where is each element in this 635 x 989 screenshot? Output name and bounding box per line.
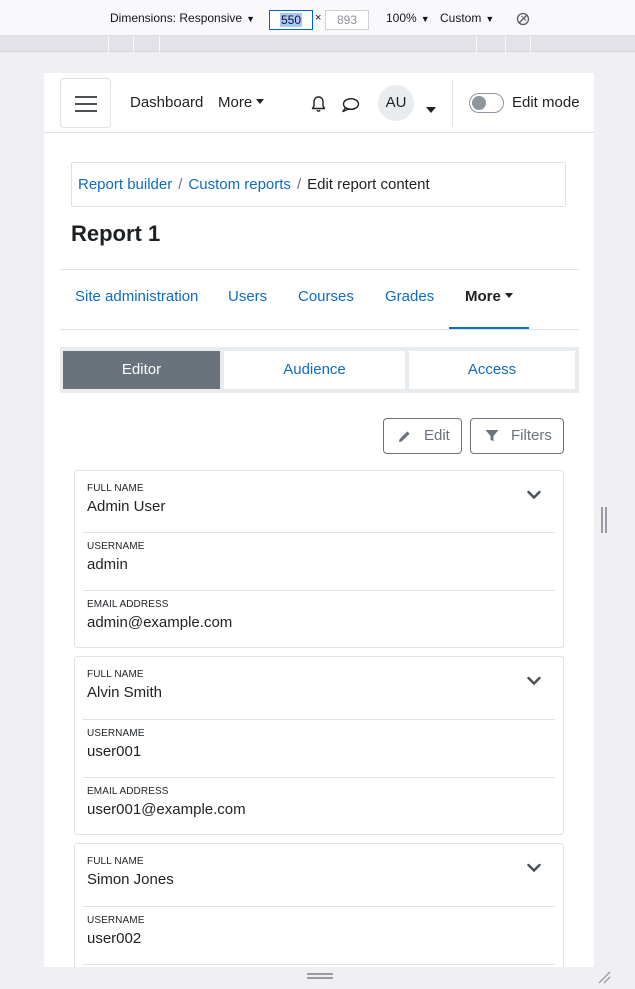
filters-button-label: Filters (511, 427, 552, 444)
report-row-card: FULL NAME Alvin Smith USERNAME user001 E… (74, 656, 564, 835)
chevron-down-icon[interactable] (527, 487, 541, 505)
throttle-value: Custom (440, 11, 482, 25)
top-navbar: Dashboard More AU Edit mode (44, 73, 594, 133)
dimensions-label: Dimensions: Responsive (110, 11, 243, 25)
email-value: admin@example.com (87, 614, 233, 631)
resize-handle-corner[interactable] (597, 970, 611, 984)
field-divider (83, 906, 555, 907)
resize-handle-right[interactable] (601, 507, 607, 533)
tab-editor[interactable]: Editor (63, 351, 220, 389)
tab-users[interactable]: Users (228, 288, 267, 305)
secondary-nav-bottom-divider (60, 329, 579, 330)
tab-more[interactable]: More (465, 288, 513, 305)
breadcrumb-separator: / (296, 176, 302, 193)
secondary-nav-top-divider (60, 269, 579, 270)
tab-courses[interactable]: Courses (298, 288, 354, 305)
throttle-dropdown[interactable]: Custom ▼ (440, 11, 494, 25)
tab-access[interactable]: Access (409, 351, 575, 389)
caret-down-icon: ▼ (420, 14, 430, 24)
page-title: Report 1 (71, 221, 161, 246)
edit-button-label: Edit (424, 427, 450, 444)
filter-icon (485, 430, 499, 442)
message-drawer-icon[interactable] (341, 97, 360, 118)
chevron-down-icon[interactable] (527, 673, 541, 691)
breadcrumb-separator: / (178, 176, 183, 193)
caret-down-icon (504, 293, 513, 298)
nav-more-dropdown[interactable]: More (218, 94, 265, 111)
fullname-value: Simon Jones (87, 871, 174, 888)
field-divider (83, 777, 555, 778)
fullname-value: Admin User (87, 498, 166, 515)
username-field: USERNAME user002 (87, 915, 555, 947)
dimensions-dropdown[interactable]: Dimensions: Responsive ▼ (110, 11, 255, 25)
field-divider (83, 590, 555, 591)
nav-more-label: More (218, 94, 253, 111)
fullname-label: FULL NAME (87, 669, 144, 680)
fullname-field: FULL NAME Simon Jones (87, 856, 555, 888)
nav-dashboard-link[interactable]: Dashboard (130, 94, 203, 111)
tab-audience[interactable]: Audience (224, 351, 405, 389)
report-row-card: FULL NAME Admin User USERNAME admin EMAI… (74, 470, 564, 648)
hamburger-icon (75, 96, 97, 98)
fullname-label: FULL NAME (87, 483, 144, 494)
toggle-knob (472, 96, 486, 110)
fullname-field: FULL NAME Admin User (87, 483, 555, 515)
field-divider (83, 532, 555, 533)
edit-mode-toggle[interactable] (469, 93, 504, 113)
zoom-dropdown[interactable]: 100% ▼ (386, 11, 430, 25)
filters-button[interactable]: Filters (470, 418, 564, 454)
breadcrumb-custom-reports[interactable]: Custom reports (188, 176, 291, 193)
chevron-down-icon[interactable] (527, 860, 541, 878)
edit-mode-label: Edit mode (512, 94, 580, 111)
username-value: user002 (87, 930, 142, 947)
tab-grades[interactable]: Grades (385, 288, 434, 305)
username-field: USERNAME admin (87, 541, 555, 573)
disable-touch-icon[interactable] (516, 12, 530, 29)
email-field: EMAIL ADDRESS admin@example.com (87, 599, 555, 631)
breadcrumb: Report builder / Custom reports / Edit repor… (71, 162, 566, 207)
edit-button[interactable]: Edit (383, 418, 462, 454)
resize-handle-bottom[interactable] (307, 973, 333, 979)
fullname-field: FULL NAME Alvin Smith (87, 669, 555, 701)
hamburger-menu-button[interactable] (60, 78, 111, 128)
caret-down-icon: ▼ (246, 14, 255, 24)
viewport-width-value: 550 (279, 13, 303, 27)
username-value: user001 (87, 743, 142, 760)
breadcrumb-report-builder[interactable]: Report builder (78, 176, 172, 193)
viewport-ruler (0, 36, 635, 52)
email-field: EMAIL ADDRESS user001@example.com (87, 786, 555, 818)
report-tabs: Editor Audience Access (60, 347, 579, 393)
field-divider (83, 964, 555, 965)
fullname-value: Alvin Smith (87, 684, 163, 701)
username-label: USERNAME (87, 541, 145, 552)
email-label: EMAIL ADDRESS (87, 599, 169, 610)
tab-more-label: More (465, 288, 501, 305)
username-value: admin (87, 556, 128, 573)
user-menu-caret-icon[interactable] (426, 100, 436, 118)
caret-down-icon: ▼ (485, 14, 495, 24)
username-label: USERNAME (87, 728, 145, 739)
field-divider (83, 719, 555, 720)
notification-bell-icon[interactable] (310, 95, 327, 118)
email-label: EMAIL ADDRESS (87, 786, 169, 797)
caret-down-icon (256, 99, 265, 104)
devtools-toolbar: Dimensions: Responsive ▼ 550 × 893 100% ▼ … (0, 0, 635, 36)
tab-site-administration[interactable]: Site administration (75, 288, 198, 305)
times-sign: × (315, 12, 322, 24)
pencil-icon (399, 431, 410, 442)
zoom-value: 100% (386, 11, 417, 25)
report-row-card: FULL NAME Simon Jones USERNAME user002 (74, 843, 564, 967)
viewport-height-input[interactable]: 893 (325, 10, 369, 30)
fullname-label: FULL NAME (87, 856, 144, 867)
username-label: USERNAME (87, 915, 145, 926)
username-field: USERNAME user001 (87, 728, 555, 760)
responsive-viewport: Dashboard More AU Edit mode Report build… (44, 73, 594, 967)
email-value: user001@example.com (87, 801, 246, 818)
user-avatar[interactable]: AU (378, 85, 414, 121)
navbar-divider (452, 80, 453, 126)
breadcrumb-current: Edit report content (307, 176, 430, 193)
viewport-width-input[interactable]: 550 (269, 10, 313, 30)
